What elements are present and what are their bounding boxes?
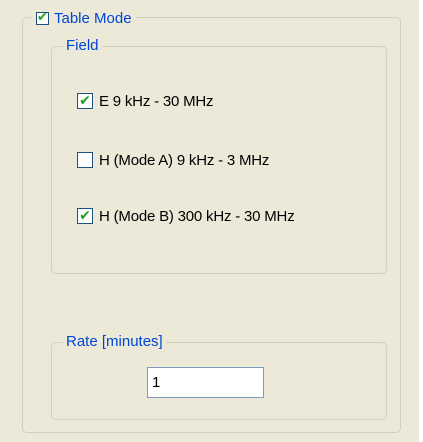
settings-panel: ✔ Table Mode Field ✔ E 9 kHz - 30 MHz ✔ … — [0, 0, 419, 442]
field-option-h-mode-b-label[interactable]: H (Mode B) 300 kHz - 30 MHz — [99, 208, 295, 225]
field-option-e-label[interactable]: E 9 kHz - 30 MHz — [99, 93, 214, 110]
check-icon: ✔ — [79, 93, 91, 109]
field-option-h-mode-a-label[interactable]: H (Mode A) 9 kHz - 3 MHz — [99, 152, 269, 169]
field-group-label: Field — [63, 36, 102, 56]
table-mode-label[interactable]: Table Mode — [54, 10, 132, 27]
check-icon: ✔ — [37, 9, 48, 25]
table-mode-checkbox[interactable]: ✔ — [36, 9, 49, 25]
rate-input[interactable] — [147, 367, 264, 398]
field-option-e[interactable]: ✔ E 9 kHz - 30 MHz — [77, 91, 214, 111]
rate-group-label: Rate [minutes] — [63, 332, 166, 352]
field-option-h-mode-a-checkbox[interactable]: ✔ — [77, 152, 93, 168]
field-option-e-checkbox[interactable]: ✔ — [77, 93, 93, 109]
field-option-h-mode-a[interactable]: ✔ H (Mode A) 9 kHz - 3 MHz — [77, 150, 269, 170]
check-icon: ✔ — [79, 208, 91, 224]
field-option-h-mode-b[interactable]: ✔ H (Mode B) 300 kHz - 30 MHz — [77, 206, 295, 226]
field-option-h-mode-b-checkbox[interactable]: ✔ — [77, 208, 93, 224]
window-background — [419, 0, 423, 442]
table-mode-header[interactable]: ✔ Table Mode — [32, 8, 136, 28]
